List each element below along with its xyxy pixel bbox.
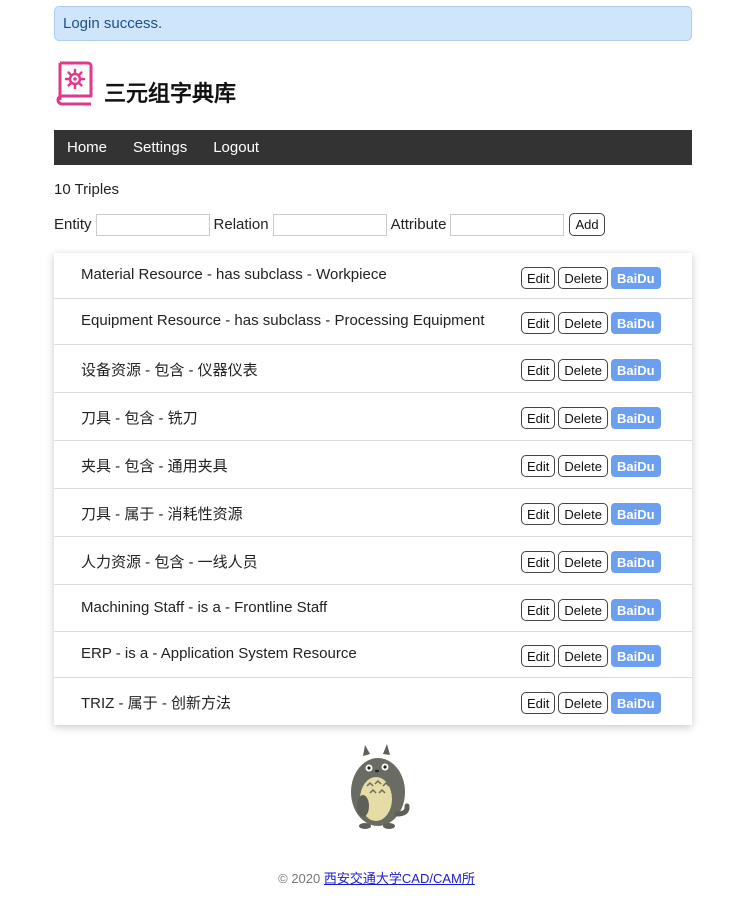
delete-button[interactable]: Delete	[558, 312, 608, 334]
delete-button[interactable]: Delete	[558, 407, 608, 429]
row-actions: Edit Delete BaiDu	[521, 692, 664, 714]
baidu-button[interactable]: BaiDu	[610, 359, 661, 381]
row-actions: Edit Delete BaiDu	[521, 599, 664, 621]
baidu-button[interactable]: BaiDu	[610, 551, 661, 573]
edit-button[interactable]: Edit	[521, 455, 556, 477]
edit-button[interactable]: Edit	[521, 551, 556, 573]
delete-button[interactable]: Delete	[558, 359, 608, 381]
baidu-button[interactable]: BaiDu	[610, 407, 661, 429]
footer-institute-link[interactable]: 西安交通大学CAD/CAM所	[324, 871, 475, 886]
edit-button[interactable]: Edit	[521, 503, 556, 525]
edit-button[interactable]: Edit	[521, 645, 556, 667]
alert-message: Login success.	[63, 15, 163, 32]
row-actions: Edit Delete BaiDu	[521, 551, 664, 573]
list-item: Material Resource - has subclass - Workp…	[54, 253, 692, 299]
brand-header: 三元组字典库	[54, 58, 236, 108]
delete-button[interactable]: Delete	[558, 551, 608, 573]
attribute-label: Attribute	[390, 216, 447, 233]
list-item: TRIZ - 属于 - 创新方法 Edit Delete BaiDu	[54, 678, 692, 725]
site-title: 三元组字典库	[104, 82, 237, 107]
edit-button[interactable]: Edit	[521, 407, 556, 429]
delete-button[interactable]: Delete	[558, 645, 608, 667]
triple-text: 设备资源 - 包含 - 仪器仪表	[81, 362, 258, 379]
list-item: Machining Staff - is a - Frontline Staff…	[54, 585, 692, 632]
baidu-button[interactable]: BaiDu	[610, 312, 661, 334]
delete-button[interactable]: Delete	[558, 267, 608, 289]
triple-text: ERP - is a - Application System Resource	[81, 645, 357, 662]
baidu-button[interactable]: BaiDu	[610, 503, 661, 525]
baidu-button[interactable]: BaiDu	[610, 645, 661, 667]
list-item: 设备资源 - 包含 - 仪器仪表 Edit Delete BaiDu	[54, 345, 692, 393]
nav-logout[interactable]: Logout	[200, 130, 272, 165]
delete-button[interactable]: Delete	[558, 455, 608, 477]
row-actions: Edit Delete BaiDu	[521, 267, 664, 289]
row-actions: Edit Delete BaiDu	[521, 359, 664, 381]
triple-list: Material Resource - has subclass - Workp…	[54, 253, 692, 725]
list-item: 人力资源 - 包含 - 一线人员 Edit Delete BaiDu	[54, 537, 692, 585]
triple-text: TRIZ - 属于 - 创新方法	[81, 695, 231, 712]
page-footer: © 2020 西安交通大学CAD/CAM所	[0, 868, 753, 887]
row-actions: Edit Delete BaiDu	[521, 503, 664, 525]
login-success-alert: Login success.	[54, 6, 692, 41]
row-actions: Edit Delete BaiDu	[521, 407, 664, 429]
list-item: Equipment Resource - has subclass - Proc…	[54, 299, 692, 345]
triple-count: 10 Triples	[54, 181, 120, 198]
baidu-button[interactable]: BaiDu	[610, 455, 661, 477]
nav-settings[interactable]: Settings	[120, 130, 200, 165]
entity-label: Entity	[54, 216, 92, 233]
triple-text: Equipment Resource - has subclass - Proc…	[81, 312, 485, 329]
triple-text: Material Resource - has subclass - Workp…	[81, 266, 387, 283]
edit-button[interactable]: Edit	[521, 692, 556, 714]
triple-text: 刀具 - 属于 - 消耗性资源	[81, 506, 243, 523]
copyright-text: © 2020	[278, 871, 321, 886]
nav-home[interactable]: Home	[54, 130, 120, 165]
baidu-button[interactable]: BaiDu	[610, 599, 661, 621]
edit-button[interactable]: Edit	[521, 267, 556, 289]
edit-button[interactable]: Edit	[521, 359, 556, 381]
triple-text: 夹具 - 包含 - 通用夹具	[81, 458, 228, 475]
list-item: 刀具 - 属于 - 消耗性资源 Edit Delete BaiDu	[54, 489, 692, 537]
attribute-input[interactable]	[450, 213, 565, 236]
relation-label: Relation	[213, 216, 269, 233]
row-actions: Edit Delete BaiDu	[521, 455, 664, 477]
book-gear-icon	[56, 61, 93, 106]
edit-button[interactable]: Edit	[521, 599, 556, 621]
add-triple-form: Entity Relation Attribute Add	[54, 213, 605, 236]
top-navbar: Home Settings Logout	[54, 130, 692, 165]
triple-text: 人力资源 - 包含 - 一线人员	[81, 554, 258, 571]
edit-button[interactable]: Edit	[521, 312, 556, 334]
entity-input[interactable]	[95, 213, 210, 236]
baidu-button[interactable]: BaiDu	[610, 692, 661, 714]
baidu-button[interactable]: BaiDu	[610, 267, 661, 289]
delete-button[interactable]: Delete	[558, 692, 608, 714]
delete-button[interactable]: Delete	[558, 503, 608, 525]
triple-text: 刀具 - 包含 - 铣刀	[81, 410, 198, 427]
row-actions: Edit Delete BaiDu	[521, 645, 664, 667]
delete-button[interactable]: Delete	[558, 599, 608, 621]
totoro-mascot-icon	[351, 744, 410, 829]
list-item: ERP - is a - Application System Resource…	[54, 632, 692, 678]
triple-text: Machining Staff - is a - Frontline Staff	[81, 599, 328, 616]
list-item: 刀具 - 包含 - 铣刀 Edit Delete BaiDu	[54, 393, 692, 441]
list-item: 夹具 - 包含 - 通用夹具 Edit Delete BaiDu	[54, 441, 692, 489]
add-button[interactable]: Add	[569, 213, 605, 236]
relation-input[interactable]	[272, 213, 387, 236]
row-actions: Edit Delete BaiDu	[521, 312, 664, 334]
